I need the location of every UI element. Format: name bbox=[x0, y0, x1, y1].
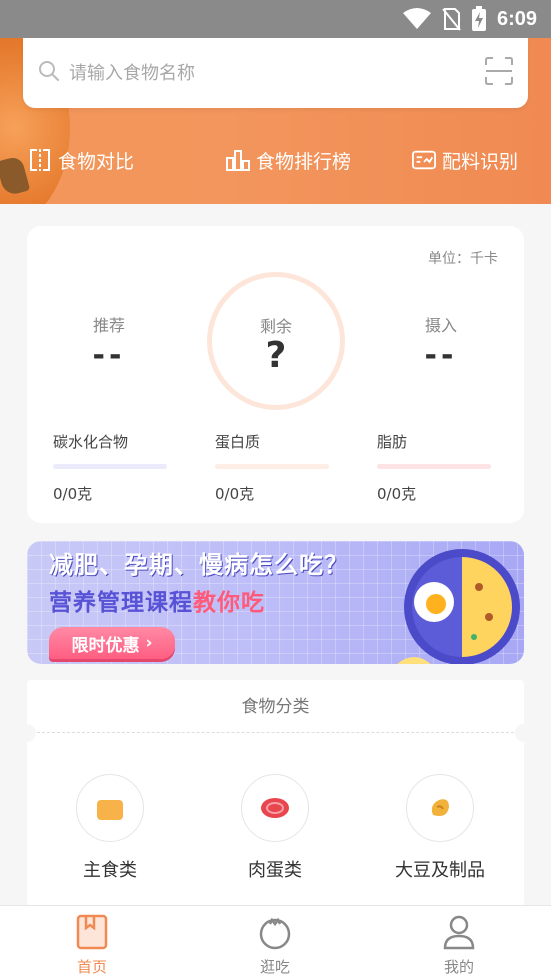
quick-action-ingredient-scan[interactable]: 配料识别 bbox=[412, 144, 518, 176]
banner-subtitle-highlight: 教你吃 bbox=[193, 590, 265, 616]
bread-icon bbox=[97, 797, 123, 820]
nutrient-label: 碳水化合物 bbox=[53, 433, 129, 451]
card-notch-left bbox=[18, 724, 36, 742]
status-icons: 6:09 bbox=[402, 6, 537, 32]
quick-action-label: 食物对比 bbox=[58, 150, 135, 173]
category-label: 主食类 bbox=[83, 860, 137, 881]
bottom-navigation: 首页 逛吃 我的 bbox=[0, 905, 551, 980]
limited-offer-button[interactable]: 限时优惠 › bbox=[49, 627, 175, 659]
quick-action-compare[interactable]: 食物对比 bbox=[28, 144, 134, 176]
user-icon bbox=[443, 915, 475, 950]
quick-action-label: 配料识别 bbox=[442, 150, 519, 173]
nutrition-course-banner[interactable]: 减肥、孕期、慢病怎么吃？ 营养管理课程教你吃 限时优惠 › bbox=[27, 541, 524, 664]
search-icon bbox=[39, 61, 59, 81]
remaining-label: 剩余 bbox=[259, 317, 292, 336]
nav-home[interactable]: 首页 bbox=[42, 914, 142, 977]
card-notch-right bbox=[515, 724, 533, 742]
chevron-right-icon: › bbox=[145, 633, 153, 653]
category-label: 肉蛋类 bbox=[248, 860, 302, 881]
header-banner: 食物对比 食物排行榜 配料识别 bbox=[0, 38, 551, 204]
recommended-value: -- bbox=[92, 338, 126, 373]
dashed-divider bbox=[37, 732, 514, 733]
battery-charging-icon bbox=[471, 6, 486, 31]
compare-icon bbox=[30, 149, 50, 171]
category-label: 大豆及制品 bbox=[395, 860, 485, 881]
search-input[interactable] bbox=[67, 57, 451, 89]
no-sim-icon bbox=[442, 8, 461, 31]
nav-label: 逛吃 bbox=[259, 958, 290, 976]
category-icon-circle bbox=[406, 774, 474, 842]
nutrient-fat: 脂肪 0/0克 bbox=[377, 431, 497, 504]
nav-profile[interactable]: 我的 bbox=[409, 914, 509, 977]
ingredient-scan-icon bbox=[412, 150, 436, 170]
nav-label: 我的 bbox=[443, 958, 474, 976]
category-staple-food[interactable]: 主食类 bbox=[45, 774, 175, 882]
ranking-icon bbox=[226, 150, 250, 171]
banner-subtitle: 营养管理课程教你吃 bbox=[49, 583, 265, 617]
food-categories-title: 食物分类 bbox=[241, 697, 310, 717]
category-soybean[interactable]: 大豆及制品 bbox=[375, 774, 505, 882]
category-icon-circle bbox=[76, 774, 144, 842]
nutrient-label: 蛋白质 bbox=[215, 433, 261, 451]
nutrient-label: 脂肪 bbox=[377, 433, 408, 451]
recommended-label: 推荐 bbox=[92, 316, 125, 335]
nutrient-progress-bar bbox=[377, 464, 491, 469]
nutrient-value: 0/0克 bbox=[53, 485, 93, 503]
status-time: 6:09 bbox=[496, 7, 537, 30]
status-bar: 6:09 bbox=[0, 0, 551, 38]
wifi-icon bbox=[402, 8, 431, 29]
nav-label: 首页 bbox=[76, 958, 107, 976]
quick-action-label: 食物排行榜 bbox=[256, 150, 352, 173]
unit-label: 单位：千卡 bbox=[428, 251, 498, 267]
banner-subtitle-main: 营养管理课程 bbox=[49, 590, 193, 616]
search-bar[interactable] bbox=[23, 38, 528, 108]
category-meat-egg[interactable]: 肉蛋类 bbox=[210, 774, 340, 882]
banner-title: 减肥、孕期、慢病怎么吃？ bbox=[49, 551, 349, 579]
nutrient-value: 0/0克 bbox=[215, 485, 255, 503]
intake-value: -- bbox=[424, 338, 458, 373]
remaining-value: ? bbox=[265, 335, 287, 376]
quick-action-ranking[interactable]: 食物排行榜 bbox=[226, 144, 351, 176]
food-categories-section: 食物分类 主食类 肉蛋类 大豆及制品 bbox=[18, 680, 533, 906]
category-icon-circle bbox=[241, 774, 309, 842]
nutrient-progress-bar bbox=[53, 464, 167, 469]
home-book-icon bbox=[76, 914, 108, 950]
remaining-ring: 剩余 ? bbox=[207, 272, 345, 410]
meat-icon bbox=[261, 798, 289, 818]
scan-icon[interactable] bbox=[484, 56, 514, 86]
nutrient-carbs: 碳水化合物 0/0克 bbox=[53, 431, 173, 504]
food-plate-illustration bbox=[397, 549, 520, 664]
intake-label: 摄入 bbox=[424, 316, 457, 335]
nav-browse[interactable]: 逛吃 bbox=[225, 914, 325, 977]
nutrient-value: 0/0克 bbox=[377, 485, 417, 503]
nutrient-progress-bar bbox=[215, 464, 329, 469]
nutrient-protein: 蛋白质 0/0克 bbox=[215, 431, 335, 504]
limited-offer-label: 限时优惠 bbox=[71, 635, 140, 656]
fruit-icon bbox=[259, 917, 291, 950]
bean-icon bbox=[431, 799, 449, 816]
calorie-summary-card: 单位：千卡 推荐 -- 剩余 ? 摄入 -- 碳水化合物 0/0克 蛋白质 0/… bbox=[27, 226, 524, 523]
